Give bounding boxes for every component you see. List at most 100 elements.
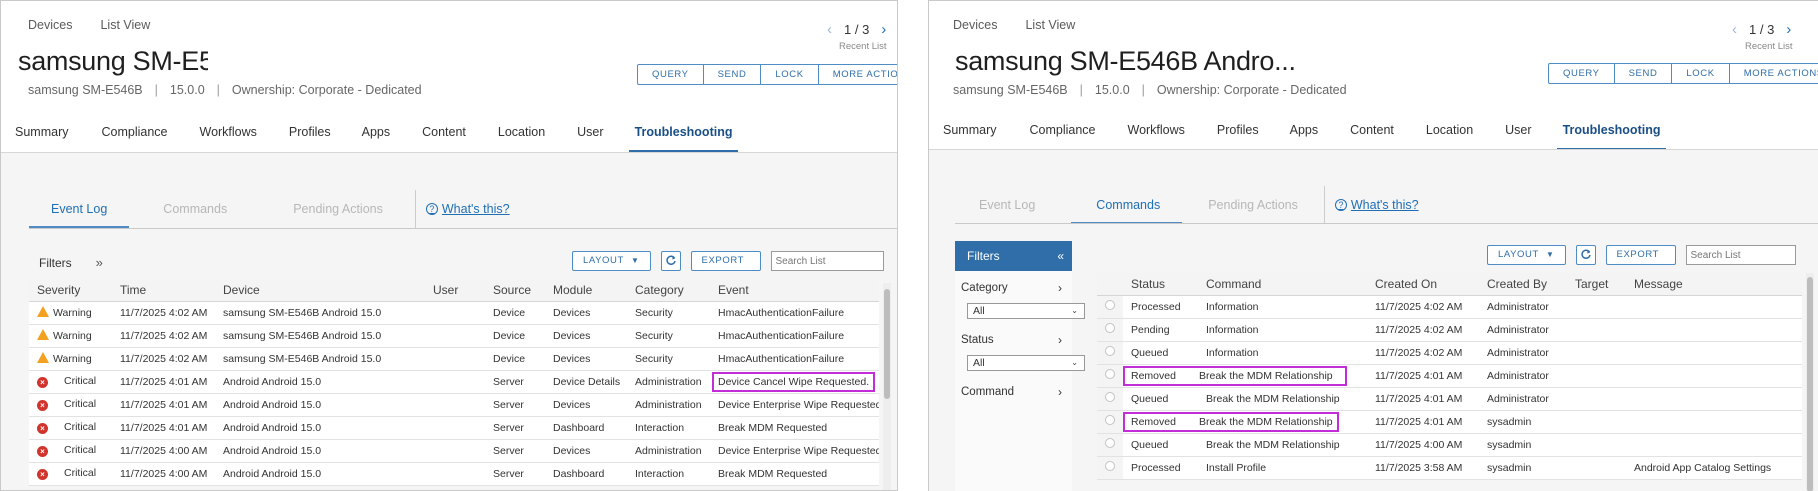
row-radio[interactable]: [1105, 369, 1115, 379]
table-row[interactable]: × Critical 11/7/2025 4:01 AM Android Androi…: [29, 393, 879, 417]
column-header-time[interactable]: Time: [112, 279, 215, 302]
refresh-button[interactable]: [660, 251, 681, 271]
table-row[interactable]: Warning 11/7/2025 4:02 AM samsung SM-E546B…: [29, 324, 879, 348]
column-header-command[interactable]: Command: [1198, 273, 1367, 296]
double-chevron-right-icon[interactable]: »: [96, 255, 103, 270]
row-radio[interactable]: [1105, 461, 1115, 471]
tab-summary[interactable]: Summary: [943, 123, 996, 151]
layout-button[interactable]: LAYOUT ▼: [572, 251, 651, 271]
recent-list-link[interactable]: Recent List: [1745, 41, 1793, 52]
tab-troubleshooting[interactable]: Troubleshooting: [1556, 123, 1667, 151]
status-select[interactable]: All ⌄: [967, 355, 1085, 371]
column-header-user[interactable]: User: [425, 279, 485, 302]
double-chevron-left-icon[interactable]: «: [1057, 241, 1064, 271]
chevron-left-icon[interactable]: ‹: [827, 21, 832, 38]
tab-location[interactable]: Location: [1426, 123, 1473, 151]
more-actions-button[interactable]: MORE ACTIONS▼: [1730, 64, 1818, 83]
tab-troubleshooting[interactable]: Troubleshooting: [628, 125, 739, 153]
subtab-commands[interactable]: Commands: [129, 190, 261, 228]
table-row[interactable]: Pending Information 11/7/2025 4:02 AM Admin…: [1097, 318, 1802, 342]
subtab-pending-actions[interactable]: Pending Actions: [261, 190, 415, 228]
column-header-status[interactable]: Status: [1123, 273, 1198, 296]
export-button[interactable]: EXPORT: [690, 251, 761, 271]
column-header-category[interactable]: Category: [627, 279, 710, 302]
filter-status[interactable]: Status ›: [955, 329, 1072, 351]
tab-content[interactable]: Content: [422, 125, 466, 153]
table-row[interactable]: Processed Information 11/7/2025 4:02 AM Adm…: [1097, 295, 1802, 319]
send-button[interactable]: SEND: [704, 65, 762, 84]
table-row[interactable]: Warning 11/7/2025 4:02 AM samsung SM-E546B…: [29, 301, 879, 325]
breadcrumb-devices[interactable]: Devices: [28, 18, 72, 32]
search-list-input[interactable]: [1685, 245, 1796, 265]
table-row[interactable]: × Critical 11/7/2025 4:01 AM Android Androi…: [29, 416, 879, 440]
whats-this-link[interactable]: ? What's this?: [1323, 186, 1419, 224]
filter-command[interactable]: Command ›: [955, 381, 1072, 403]
tab-workflows[interactable]: Workflows: [200, 125, 257, 153]
send-button[interactable]: SEND: [1615, 64, 1673, 83]
table-row[interactable]: × Critical 11/7/2025 4:00 AM Android Androi…: [29, 462, 879, 486]
row-radio[interactable]: [1105, 346, 1115, 356]
subtab-event-log[interactable]: Event Log: [955, 186, 1059, 224]
column-header-source[interactable]: Source: [485, 279, 545, 302]
tab-compliance[interactable]: Compliance: [1029, 123, 1095, 151]
tab-content[interactable]: Content: [1350, 123, 1394, 151]
table-row[interactable]: Queued Break the MDM Relationship 11/7/202…: [1097, 433, 1802, 457]
category-select[interactable]: All ⌄: [967, 303, 1085, 319]
subtab-event-log[interactable]: Event Log: [29, 190, 130, 228]
query-button[interactable]: QUERY: [638, 65, 704, 84]
table-row[interactable]: Processed Install Profile 11/7/2025 3:58 A…: [1097, 456, 1802, 480]
column-header-module[interactable]: Module: [545, 279, 627, 302]
layout-button[interactable]: LAYOUT ▼: [1487, 245, 1566, 265]
table-row[interactable]: × Critical 11/7/2025 4:00 AM Android Androi…: [29, 439, 879, 463]
tab-profiles[interactable]: Profiles: [289, 125, 331, 153]
chevron-right-icon[interactable]: ›: [881, 21, 886, 38]
tab-profiles[interactable]: Profiles: [1217, 123, 1259, 151]
export-button[interactable]: EXPORT: [1605, 245, 1676, 265]
column-header-created-on[interactable]: Created On: [1367, 273, 1479, 296]
column-header-severity[interactable]: Severity: [29, 279, 112, 302]
row-radio[interactable]: [1105, 392, 1115, 402]
tab-user[interactable]: User: [1505, 123, 1531, 151]
table-row[interactable]: Warning 11/7/2025 4:02 AM samsung SM-E546B…: [29, 347, 879, 371]
whats-this-link[interactable]: ? What's this?: [414, 190, 510, 228]
table-row[interactable]: Removed Break the MDM Relationship 11/7/20…: [1097, 410, 1802, 434]
tab-compliance[interactable]: Compliance: [101, 125, 167, 153]
scrollbar-thumb[interactable]: [884, 289, 890, 399]
lock-button[interactable]: LOCK: [1672, 64, 1730, 83]
refresh-button[interactable]: [1575, 245, 1596, 265]
filter-category[interactable]: Category ›: [955, 277, 1072, 299]
row-radio[interactable]: [1105, 300, 1115, 310]
row-radio[interactable]: [1105, 323, 1115, 333]
lock-button[interactable]: LOCK: [761, 65, 819, 84]
chevron-left-icon[interactable]: ‹: [1732, 21, 1737, 38]
tab-location[interactable]: Location: [498, 125, 545, 153]
column-header-created-by[interactable]: Created By: [1479, 273, 1567, 296]
subtab-commands[interactable]: Commands: [1071, 186, 1183, 224]
subtab-pending-actions[interactable]: Pending Actions: [1182, 186, 1324, 224]
query-button[interactable]: QUERY: [1549, 64, 1615, 83]
column-header-target[interactable]: Target: [1567, 273, 1626, 296]
row-radio[interactable]: [1105, 438, 1115, 448]
tab-user[interactable]: User: [577, 125, 603, 153]
column-header-message[interactable]: Message: [1626, 273, 1802, 296]
column-header-event[interactable]: Event: [710, 279, 879, 302]
column-header-device[interactable]: Device: [215, 279, 425, 302]
grid-scrollbar[interactable]: [883, 283, 891, 490]
grid-scrollbar[interactable]: [1806, 273, 1814, 491]
breadcrumb-list-view[interactable]: List View: [100, 18, 150, 32]
tab-summary[interactable]: Summary: [15, 125, 68, 153]
table-row[interactable]: Removed Break the MDM Relationship 11/7/20…: [1097, 364, 1802, 388]
tab-apps[interactable]: Apps: [1290, 123, 1319, 151]
breadcrumb-list-view[interactable]: List View: [1025, 18, 1075, 32]
scrollbar-thumb[interactable]: [1807, 277, 1813, 491]
recent-list-link[interactable]: Recent List: [839, 41, 887, 52]
search-list-input[interactable]: [770, 251, 884, 271]
filters-collapsed[interactable]: Filters »: [39, 255, 103, 270]
tab-workflows[interactable]: Workflows: [1128, 123, 1185, 151]
table-row[interactable]: × Critical 11/7/2025 4:01 AM Android Androi…: [29, 370, 879, 394]
table-row[interactable]: Queued Information 11/7/2025 4:02 AM Admini…: [1097, 341, 1802, 365]
breadcrumb-devices[interactable]: Devices: [953, 18, 997, 32]
table-row[interactable]: Queued Break the MDM Relationship 11/7/202…: [1097, 387, 1802, 411]
more-actions-button[interactable]: MORE ACTIONS▼: [819, 65, 897, 84]
chevron-right-icon[interactable]: ›: [1786, 21, 1791, 38]
